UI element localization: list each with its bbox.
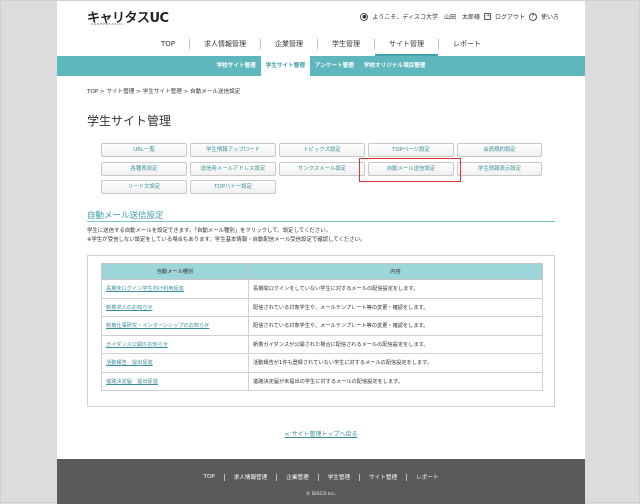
subnav-school-site[interactable]: 学校サイト管理 xyxy=(212,56,261,76)
thanks-mail-button[interactable]: サンクスメール設定 xyxy=(279,162,365,176)
mail-type-link[interactable]: 進路決定届 提出促進 xyxy=(101,371,249,391)
lead-text-button[interactable]: リード文設定 xyxy=(101,180,187,194)
sub-nav: 学校サイト管理 学生サイト管理 アンケート管理 学校オリジナル項目管理 xyxy=(57,56,585,76)
back-link-wrapper: < サイト管理トップへ戻る xyxy=(57,429,585,438)
mail-type-link[interactable]: 長期未ログイン学生向け利用促進 xyxy=(101,279,249,299)
help-link[interactable]: 使い方 xyxy=(541,12,559,21)
column-header-type: 自動メール種別 xyxy=(101,263,249,280)
mail-type-description: 活動報告が1件も登録されていない学生に対するメールの配信設定をします。 xyxy=(248,353,543,373)
table-row: ガイダンス公開のお知らせ 新着ガイダンスが公開された場合に配信されるメールの配信… xyxy=(101,334,543,354)
subnav-original-items[interactable]: 学校オリジナル項目管理 xyxy=(359,56,431,76)
footer-nav-report[interactable]: レポート xyxy=(407,473,447,481)
nav-job-info[interactable]: 求人情報管理 xyxy=(190,32,260,56)
page-title: 学生サイト管理 xyxy=(87,114,172,128)
nav-company[interactable]: 企業管理 xyxy=(261,32,317,56)
mail-type-link[interactable]: 新着求人のお知らせ xyxy=(101,297,249,317)
nav-student[interactable]: 学生管理 xyxy=(318,32,374,56)
logo-subtitle: CAREERTASUC xyxy=(91,22,124,26)
footer: TOP 求人情報管理 企業管理 学生管理 サイト管理 レポート © DISCO … xyxy=(57,459,585,504)
footer-nav-student[interactable]: 学生管理 xyxy=(319,473,359,481)
subnav-student-site[interactable]: 学生サイト管理 xyxy=(260,56,310,76)
logout-link[interactable]: ログアウト xyxy=(495,12,525,21)
help-icon[interactable]: ? xyxy=(528,12,537,21)
user-bar: ● ようこそ、ディスコ大学 山田 太郎様 → ログアウト ? 使い方 xyxy=(360,12,559,21)
description-line: 学生に送信する自動メールを設定できます。「自動メール種別」をクリックして、設定し… xyxy=(87,228,331,234)
mail-type-link[interactable]: ガイダンス公開のお知らせ xyxy=(101,334,249,354)
mail-type-description: 配信されている対象学生や、メールテンプレート等の変更・確認をします。 xyxy=(248,316,543,336)
mail-type-description: 進路決定届が未提出の学生に対するメールの配信設定をします。 xyxy=(248,371,543,391)
description-line: ※学生が受信しない設定をしている場合もあります。学生基本情報・自動配信メール受信… xyxy=(87,237,366,243)
table-row: 新着仕事研究・インターンシップのお知らせ 配信されている対象学生や、メールテンプ… xyxy=(101,316,543,336)
selection-highlight xyxy=(359,158,461,182)
topics-button[interactable]: トピックス設定 xyxy=(279,143,365,157)
table-row: 長期未ログイン学生向け利用促進 長期間ログインをしていない学生に対するメールの配… xyxy=(101,279,543,299)
subnav-survey[interactable]: アンケート管理 xyxy=(310,56,359,76)
auto-mail-table: 自動メール種別 内容 長期未ログイン学生向け利用促進 長期間ログインをしていない… xyxy=(101,263,543,391)
section-title: 自動メール送信設定 xyxy=(87,211,164,221)
logout-icon[interactable]: → xyxy=(483,13,491,20)
welcome-text: ようこそ、ディスコ大学 山田 太郎様 xyxy=(372,14,480,21)
column-header-content: 内容 xyxy=(248,263,543,280)
main-nav: TOP 求人情報管理 企業管理 学生管理 サイト管理 レポート xyxy=(57,32,585,56)
copyright: © DISCO Inc. xyxy=(305,492,337,497)
footer-nav: TOP 求人情報管理 企業管理 学生管理 サイト管理 レポート xyxy=(57,473,585,481)
footer-nav-site[interactable]: サイト管理 xyxy=(360,473,406,481)
mail-type-description: 配信されている対象学生や、メールテンプレート等の変更・確認をします。 xyxy=(248,297,543,317)
url-list-button[interactable]: URL一覧 xyxy=(101,143,187,157)
student-upload-button[interactable]: 学生情報アップロード xyxy=(190,143,276,157)
footer-nav-job-info[interactable]: 求人情報管理 xyxy=(225,473,277,481)
screen: キャリタスUC CAREERTASUC ● ようこそ、ディスコ大学 山田 太郎様… xyxy=(0,0,640,504)
table-header-row: 自動メール種別 内容 xyxy=(101,263,543,280)
sender-address-button[interactable]: 送信用メールアドレス設定 xyxy=(190,162,276,176)
mail-type-description: 新着ガイダンスが公開された場合に配信されるメールの配信設定をします。 xyxy=(248,334,543,354)
table-row: 活動報告 提出促進 活動報告が1件も登録されていない学生に対するメールの配信設定… xyxy=(101,353,543,373)
header: キャリタスUC CAREERTASUC ● ようこそ、ディスコ大学 山田 太郎様… xyxy=(57,1,585,31)
tables-button[interactable]: 各種表設定 xyxy=(101,162,187,176)
footer-nav-company[interactable]: 企業管理 xyxy=(277,473,317,481)
section-divider xyxy=(87,221,555,222)
table-row: 新着求人のお知らせ 配信されている対象学生や、メールテンプレート等の変更・確認を… xyxy=(101,297,543,317)
nav-site[interactable]: サイト管理 xyxy=(375,32,438,56)
table-row: 進路決定届 提出促進 進路決定届が未提出の学生に対するメールの配信設定をします。 xyxy=(101,371,543,391)
mail-type-link[interactable]: 活動報告 提出促進 xyxy=(101,353,249,373)
mail-type-link[interactable]: 新着仕事研究・インターンシップのお知らせ xyxy=(101,316,249,336)
footer-nav-top[interactable]: TOP xyxy=(195,474,224,480)
nav-report[interactable]: レポート xyxy=(439,32,495,56)
nav-top[interactable]: TOP xyxy=(147,32,189,56)
student-display-button[interactable]: 学生情報表示設定 xyxy=(457,162,542,176)
mail-type-description: 長期間ログインをしていない学生に対するメールの配信設定をします。 xyxy=(248,279,543,299)
back-to-site-top-link[interactable]: < サイト管理トップへ戻る xyxy=(285,431,358,438)
top-banner-button[interactable]: TOPバナー設定 xyxy=(190,180,276,194)
description: 学生に送信する自動メールを設定できます。「自動メール種別」をクリックして、設定し… xyxy=(87,227,365,245)
terms-button[interactable]: 会員規約設定 xyxy=(457,143,542,157)
user-icon: ● xyxy=(360,12,369,21)
page: キャリタスUC CAREERTASUC ● ようこそ、ディスコ大学 山田 太郎様… xyxy=(57,1,585,504)
breadcrumb[interactable]: TOP > サイト管理 > 学生サイト管理 > 自動メール送信設定 xyxy=(87,87,240,95)
top-page-button[interactable]: TOPページ設定 xyxy=(368,143,454,157)
